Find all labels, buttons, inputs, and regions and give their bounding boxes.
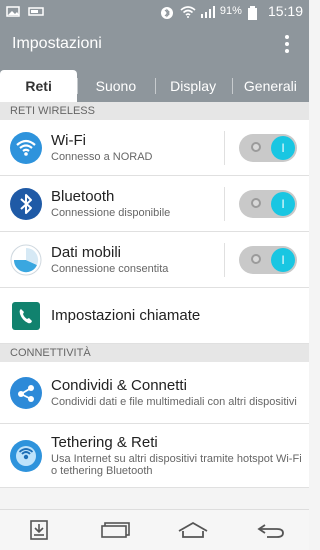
list-item-mobile-data[interactable]: Dati mobili Connessione consentita I <box>0 232 309 288</box>
clock: 15:19 <box>267 3 303 19</box>
app-bar: Impostazioni <box>0 22 309 66</box>
item-divider <box>224 242 225 277</box>
tethering-label: Tethering & Reti <box>51 434 158 451</box>
mobile-data-label: Dati mobili <box>51 244 122 261</box>
image-notification-icon <box>6 5 20 17</box>
mobile-data-icon <box>10 244 42 276</box>
home-icon[interactable] <box>176 518 210 542</box>
status-bar: 91% 15:19 <box>0 0 309 22</box>
recent-apps-icon[interactable] <box>99 518 133 542</box>
share-connect-label: Condividi & Connetti <box>51 377 187 394</box>
share-connect-icon <box>10 376 42 409</box>
download-notification-icon[interactable] <box>22 518 56 542</box>
tab-display[interactable]: Display <box>154 70 232 102</box>
toggle-knob: I <box>271 135 295 160</box>
list-item-call-settings[interactable]: Impostazioni chiamate <box>0 288 309 344</box>
bluetooth-icon <box>10 187 42 220</box>
list-item-wifi[interactable]: Wi-Fi Connesso a NORAD I <box>0 120 309 176</box>
phone-icon <box>10 300 42 332</box>
signal-status-icon <box>200 5 215 18</box>
toggle-knob: I <box>271 191 295 216</box>
share-connect-description: Condividi dati e file multimediali con a… <box>51 396 297 408</box>
card-notification-icon <box>28 6 44 17</box>
tab-generali[interactable]: Generali <box>231 70 309 102</box>
tethering-description: Usa Internet su altri dispositivi tramit… <box>51 453 302 477</box>
back-icon[interactable] <box>253 518 287 542</box>
toggle-knob: I <box>271 247 295 272</box>
tab-bar: Reti Suono Display Generali <box>0 66 309 102</box>
mobile-data-toggle[interactable]: I <box>239 245 297 274</box>
battery-icon <box>247 5 262 20</box>
battery-percentage: 91% <box>219 5 242 17</box>
list-item-share-connect[interactable]: Condividi & Connetti Condividi dati e fi… <box>0 362 309 424</box>
tethering-icon <box>10 439 42 472</box>
wifi-toggle[interactable]: I <box>239 133 297 162</box>
navigation-bar <box>0 509 309 550</box>
tab-reti[interactable]: Reti <box>0 70 78 102</box>
item-divider <box>224 186 225 221</box>
wifi-status-icon <box>180 5 196 18</box>
section-header-connectivity: CONNETTIVITÀ <box>0 344 309 362</box>
bluetooth-toggle[interactable]: I <box>239 189 297 218</box>
bluetooth-label: Bluetooth <box>51 188 115 205</box>
wifi-icon <box>10 131 42 164</box>
bluetooth-status-icon <box>160 6 174 19</box>
wifi-status: Connesso a NORAD <box>51 151 153 163</box>
page-title: Impostazioni <box>12 35 102 52</box>
list-item-tethering[interactable]: Tethering & Reti Usa Internet su altri d… <box>0 424 309 488</box>
overflow-menu-icon[interactable] <box>277 35 297 53</box>
item-divider <box>224 130 225 165</box>
tab-suono[interactable]: Suono <box>77 70 154 102</box>
bluetooth-status: Connessione disponibile <box>51 207 171 219</box>
wifi-label: Wi-Fi <box>51 132 86 149</box>
section-header-wireless: RETI WIRELESS <box>0 102 309 120</box>
mobile-data-status: Connessione consentita <box>51 263 169 275</box>
call-settings-label: Impostazioni chiamate <box>51 307 201 324</box>
list-item-bluetooth[interactable]: Bluetooth Connessione disponibile I <box>0 176 309 232</box>
